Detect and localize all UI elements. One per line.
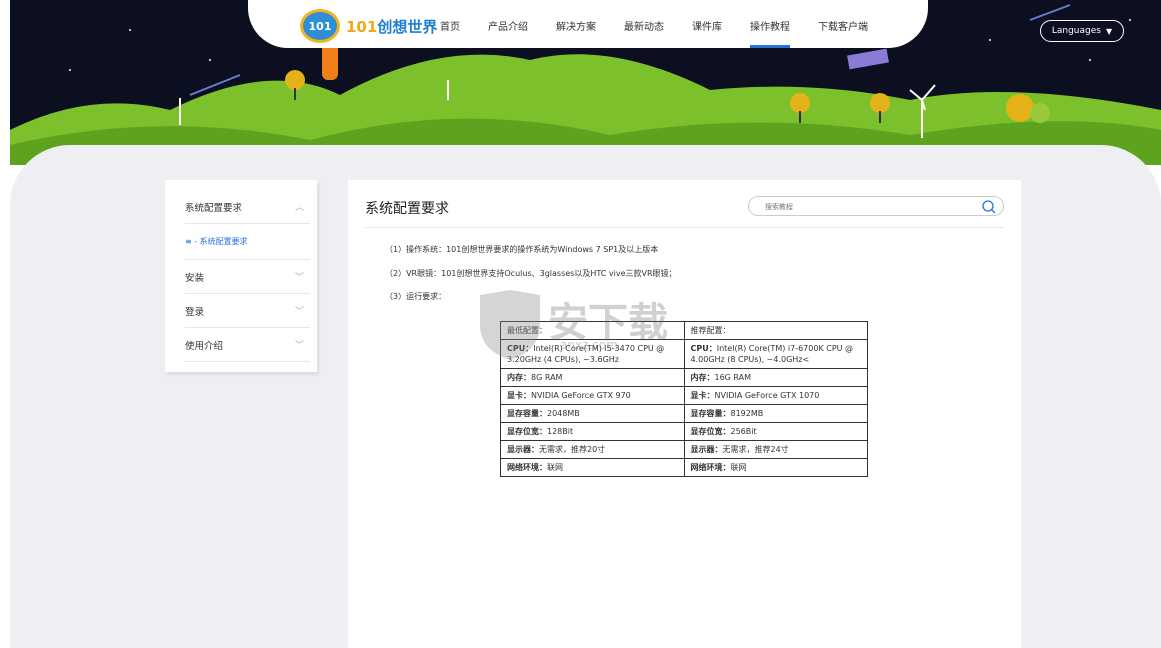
table-row: 网络环境：联网 网络环境：联网: [500, 458, 868, 477]
nav-courseware[interactable]: 课件库: [692, 0, 722, 48]
title-divider: [365, 227, 1004, 228]
cell-key: 显存位宽：: [507, 427, 547, 436]
table-row: 显存位宽：128Bit 显存位宽：256Bit: [500, 422, 868, 441]
table-row: 显卡：NVIDIA GeForce GTX 970 显卡：NVIDIA GeFor…: [500, 386, 868, 405]
table-header-row: 最低配置： 推荐配置：: [500, 321, 868, 340]
cell-value: 联网: [547, 463, 563, 472]
languages-button[interactable]: Languages ▼: [1040, 20, 1124, 42]
sidebar-item-label: 安装: [185, 272, 205, 284]
table-row: CPU：Intel(R) Core(TM) i5-3470 CPU @ 3.20…: [500, 339, 868, 369]
logo-name: 创想世界: [377, 17, 438, 36]
sidebar-item-usage[interactable]: 使用介绍 ﹀: [185, 328, 310, 362]
cell-key: CPU：: [507, 344, 534, 353]
table-row: 内存：8G RAM 内存：16G RAM: [500, 368, 868, 387]
chevron-down-icon: ▼: [1105, 26, 1113, 36]
paragraph-requirements: （3）运行要求：: [385, 292, 447, 301]
cell-key: 内存：: [690, 373, 715, 382]
nav-news[interactable]: 最新动态: [624, 0, 664, 48]
table-row: 显存容量：2048MB 显存容量：8192MB: [500, 404, 868, 423]
cell-recommended: 网络环境：联网: [683, 458, 868, 477]
cell-value: 16G RAM: [714, 373, 752, 382]
main-panel: 系统配置要求 （1）操作系统：101创想世界要求的操作系统为Windows 7 …: [348, 180, 1021, 648]
sidebar-item-install[interactable]: 安装 ﹀: [185, 260, 310, 294]
nav-download-client[interactable]: 下载客户端: [818, 0, 868, 48]
cell-value: 联网: [730, 463, 747, 472]
cell-min: CPU：Intel(R) Core(TM) i5-3470 CPU @ 3.20…: [500, 339, 685, 369]
cell-key: 显示器：: [690, 445, 723, 454]
table-row: 显示器：无需求，推荐20寸 显示器：无需求，推荐24寸: [500, 440, 868, 459]
logo-badge: 101: [300, 9, 340, 43]
cell-key: 显存位宽：: [690, 427, 731, 436]
chevron-down-icon: ﹀: [294, 341, 304, 351]
cell-min: 网络环境：联网: [500, 458, 685, 477]
nav-solutions[interactable]: 解决方案: [556, 0, 596, 48]
cell-value: 256Bit: [730, 427, 757, 436]
cell-recommended: 显存容量：8192MB: [683, 404, 868, 423]
cell-value: NVIDIA GeForce GTX 970: [531, 391, 631, 400]
cell-value: 无需求，推荐24寸: [722, 445, 789, 454]
cell-value: NVIDIA GeForce GTX 1070: [714, 391, 820, 400]
chevron-down-icon: ﹀: [294, 273, 304, 283]
cell-min: 内存：8G RAM: [500, 368, 685, 387]
logo-text: 101创想世界: [346, 16, 437, 37]
cell-key: 显示器：: [507, 445, 539, 454]
sidebar-subitem-system-requirements[interactable]: ≡ - 系统配置要求: [185, 224, 310, 260]
sidebar-item-system-requirements[interactable]: 系统配置要求 ︿: [185, 190, 310, 224]
cell-value: 2048MB: [547, 409, 580, 418]
logo-number: 101: [346, 17, 378, 36]
cell-key: 显卡：: [507, 391, 531, 400]
sidebar-item-login[interactable]: 登录 ﹀: [185, 294, 310, 328]
cell-key: 网络环境：: [690, 463, 731, 472]
paragraph-os: （1）操作系统：101创想世界要求的操作系统为Windows 7 SP1及以上版…: [385, 245, 659, 254]
logo[interactable]: 101 101创想世界: [300, 8, 437, 44]
cell-key: CPU：: [690, 344, 717, 353]
sidebar-item-label: 系统配置要求: [185, 202, 243, 214]
sidebar-item-label: 登录: [185, 306, 205, 318]
nav-products[interactable]: 产品介绍: [488, 0, 528, 48]
header-recommended: 推荐配置：: [683, 321, 868, 340]
cell-min: 显存位宽：128Bit: [500, 422, 685, 441]
cell-recommended: 显存位宽：256Bit: [683, 422, 868, 441]
cell-value: 无需求，推荐20寸: [539, 445, 606, 454]
search-input[interactable]: [765, 200, 965, 214]
nav-tutorials[interactable]: 操作教程: [750, 0, 790, 48]
cell-recommended: 显示器：无需求，推荐24寸: [683, 440, 868, 459]
cell-min: 显卡：NVIDIA GeForce GTX 970: [500, 386, 685, 405]
cell-key: 内存：: [507, 373, 531, 382]
page-title: 系统配置要求: [365, 201, 449, 217]
header-min: 最低配置：: [500, 321, 685, 340]
nav-home[interactable]: 首页: [440, 0, 460, 48]
cell-recommended: 内存：16G RAM: [683, 368, 868, 387]
cell-key: 显卡：: [690, 391, 715, 400]
sidebar: 系统配置要求 ︿ 安装 ﹀ 登录 ﹀ 使用介绍 ﹀: [165, 180, 317, 372]
requirements-table: 最低配置： 推荐配置： CPU：Intel(R) Core(TM) i5-347…: [500, 321, 868, 477]
main-nav: 首页 产品介绍 解决方案 最新动态 课件库 操作教程 下载客户端: [440, 0, 896, 48]
chevron-up-icon: ︿: [294, 203, 304, 213]
cell-key: 显存容量：: [507, 409, 547, 418]
search-icon[interactable]: [982, 200, 996, 214]
cell-recommended: 显卡：NVIDIA GeForce GTX 1070: [683, 386, 868, 405]
cell-key: 显存容量：: [690, 409, 731, 418]
cell-recommended: CPU：Intel(R) Core(TM) i7-6700K CPU @ 4.0…: [683, 339, 868, 369]
cell-value: 8G RAM: [531, 373, 563, 382]
cell-value: 8192MB: [730, 409, 764, 418]
search-box: [748, 196, 1004, 216]
languages-label: Languages: [1051, 26, 1101, 36]
chevron-down-icon: ﹀: [294, 307, 304, 317]
paragraph-vr: （2）VR眼镜：101创想世界支持Oculus、3glasses以及HTC vi…: [385, 269, 677, 278]
cell-key: 网络环境：: [507, 463, 547, 472]
cell-min: 显示器：无需求，推荐20寸: [500, 440, 685, 459]
cell-min: 显存容量：2048MB: [500, 404, 685, 423]
sidebar-item-label: 使用介绍: [185, 340, 224, 352]
cell-value: 128Bit: [547, 427, 574, 436]
